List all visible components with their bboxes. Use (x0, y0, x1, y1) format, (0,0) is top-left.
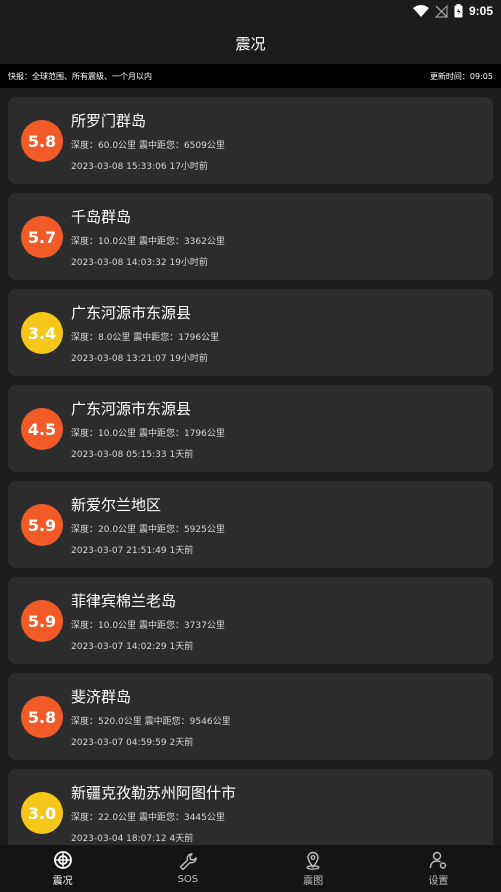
magnitude-badge: 5.9 (21, 504, 63, 546)
wrench-icon (179, 853, 197, 871)
earthquake-card[interactable]: 5.9 菲律宾棉兰老岛 深度：10.0公里 震中距您：3737公里 2023-0… (8, 577, 493, 664)
info-bar: 快报：全球范围、所有震级、一个月以内 更新时间：09:05 (0, 64, 501, 88)
earthquake-card[interactable]: 5.8 斐济群岛 深度：520.0公里 震中距您：9546公里 2023-03-… (8, 673, 493, 760)
quake-details: 深度：10.0公里 震中距您：1796公里 (71, 429, 225, 439)
update-time: 更新时间：09:05 (429, 71, 493, 81)
quake-time: 2023-03-07 04:59:59 2天前 (71, 738, 194, 748)
quake-details: 深度：520.0公里 震中距您：9546公里 (71, 717, 231, 727)
magnitude-badge: 5.8 (21, 696, 63, 738)
quake-details: 深度：20.0公里 震中距您：5925公里 (71, 525, 225, 535)
location-name: 菲律宾棉兰老岛 (71, 592, 177, 610)
quake-time: 2023-03-08 13:21:07 19小时前 (71, 354, 208, 364)
earthquake-list[interactable]: 5.8 所罗门群岛 深度：60.0公里 震中距您：6509公里 2023-03-… (0, 88, 501, 845)
quake-details: 深度：60.0公里 震中距您：6509公里 (71, 141, 225, 151)
location-name: 广东河源市东源县 (71, 400, 192, 418)
location-name: 所罗门群岛 (71, 112, 147, 130)
quake-time: 2023-03-07 14:02:29 1天前 (71, 642, 194, 652)
location-name: 新爱尔兰地区 (71, 496, 162, 514)
quake-details: 深度：10.0公里 震中距您：3737公里 (71, 621, 225, 631)
quake-time: 2023-03-08 14:03:32 19小时前 (71, 258, 208, 268)
target-icon (53, 851, 72, 869)
magnitude-badge: 5.9 (21, 600, 63, 642)
magnitude-badge: 4.5 (21, 408, 63, 450)
user-gear-icon (430, 851, 447, 869)
earthquake-card[interactable]: 4.5 广东河源市东源县 深度：10.0公里 震中距您：1796公里 2023-… (8, 385, 493, 472)
earthquake-card[interactable]: 3.4 广东河源市东源县 深度：8.0公里 震中距您：1796公里 2023-0… (8, 289, 493, 376)
scope-info: 快报：全球范围、所有震级、一个月以内 (8, 71, 152, 81)
status-bar: 9:05 (0, 0, 501, 22)
quake-details: 深度：8.0公里 震中距您：1796公里 (71, 333, 220, 343)
tab-sos[interactable]: SOS (125, 845, 250, 892)
quake-time: 2023-03-08 15:33:06 17小时前 (71, 162, 208, 172)
wifi-icon (412, 5, 429, 17)
quake-time: 2023-03-08 05:15:33 1天前 (71, 450, 194, 460)
quake-details: 深度：22.0公里 震中距您：3445公里 (71, 813, 225, 823)
location-name: 斐济群岛 (71, 688, 132, 706)
earthquake-card[interactable]: 5.8 所罗门群岛 深度：60.0公里 震中距您：6509公里 2023-03-… (8, 97, 493, 184)
no-signal-icon (434, 4, 448, 18)
page-title-bar: 震况 (0, 22, 501, 64)
magnitude-badge: 3.0 (21, 792, 63, 834)
battery-icon (454, 4, 463, 18)
map-pin-icon (306, 851, 320, 870)
tab-label: SOS (177, 874, 199, 885)
magnitude-badge: 3.4 (21, 312, 63, 354)
earthquake-card[interactable]: 5.9 新爱尔兰地区 深度：20.0公里 震中距您：5925公里 2023-03… (8, 481, 493, 568)
quake-time: 2023-03-04 18:07:12 4天前 (71, 834, 194, 844)
tab-settings[interactable]: 设置 (376, 845, 501, 892)
magnitude-badge: 5.7 (21, 216, 63, 258)
quake-details: 深度：10.0公里 震中距您：3362公里 (71, 237, 225, 247)
tab-quakes[interactable]: 震况 (0, 845, 125, 892)
tab-label: 震图 (303, 876, 324, 887)
location-name: 新疆克孜勒苏州阿图什市 (71, 784, 237, 802)
earthquake-card[interactable]: 5.7 千岛群岛 深度：10.0公里 震中距您：3362公里 2023-03-0… (8, 193, 493, 280)
quake-time: 2023-03-07 21:51:49 1天前 (71, 546, 194, 556)
page-title: 震况 (235, 34, 266, 53)
location-name: 千岛群岛 (71, 208, 132, 226)
magnitude-badge: 5.8 (21, 120, 63, 162)
tab-label: 设置 (428, 876, 449, 887)
tab-label: 震况 (52, 876, 73, 887)
location-name: 广东河源市东源县 (71, 304, 192, 322)
status-time: 9:05 (468, 4, 493, 18)
tab-map[interactable]: 震图 (251, 845, 376, 892)
bottom-nav: 震况 SOS 震图 设置 (0, 845, 501, 892)
earthquake-card[interactable]: 3.0 新疆克孜勒苏州阿图什市 深度：22.0公里 震中距您：3445公里 20… (8, 769, 493, 845)
